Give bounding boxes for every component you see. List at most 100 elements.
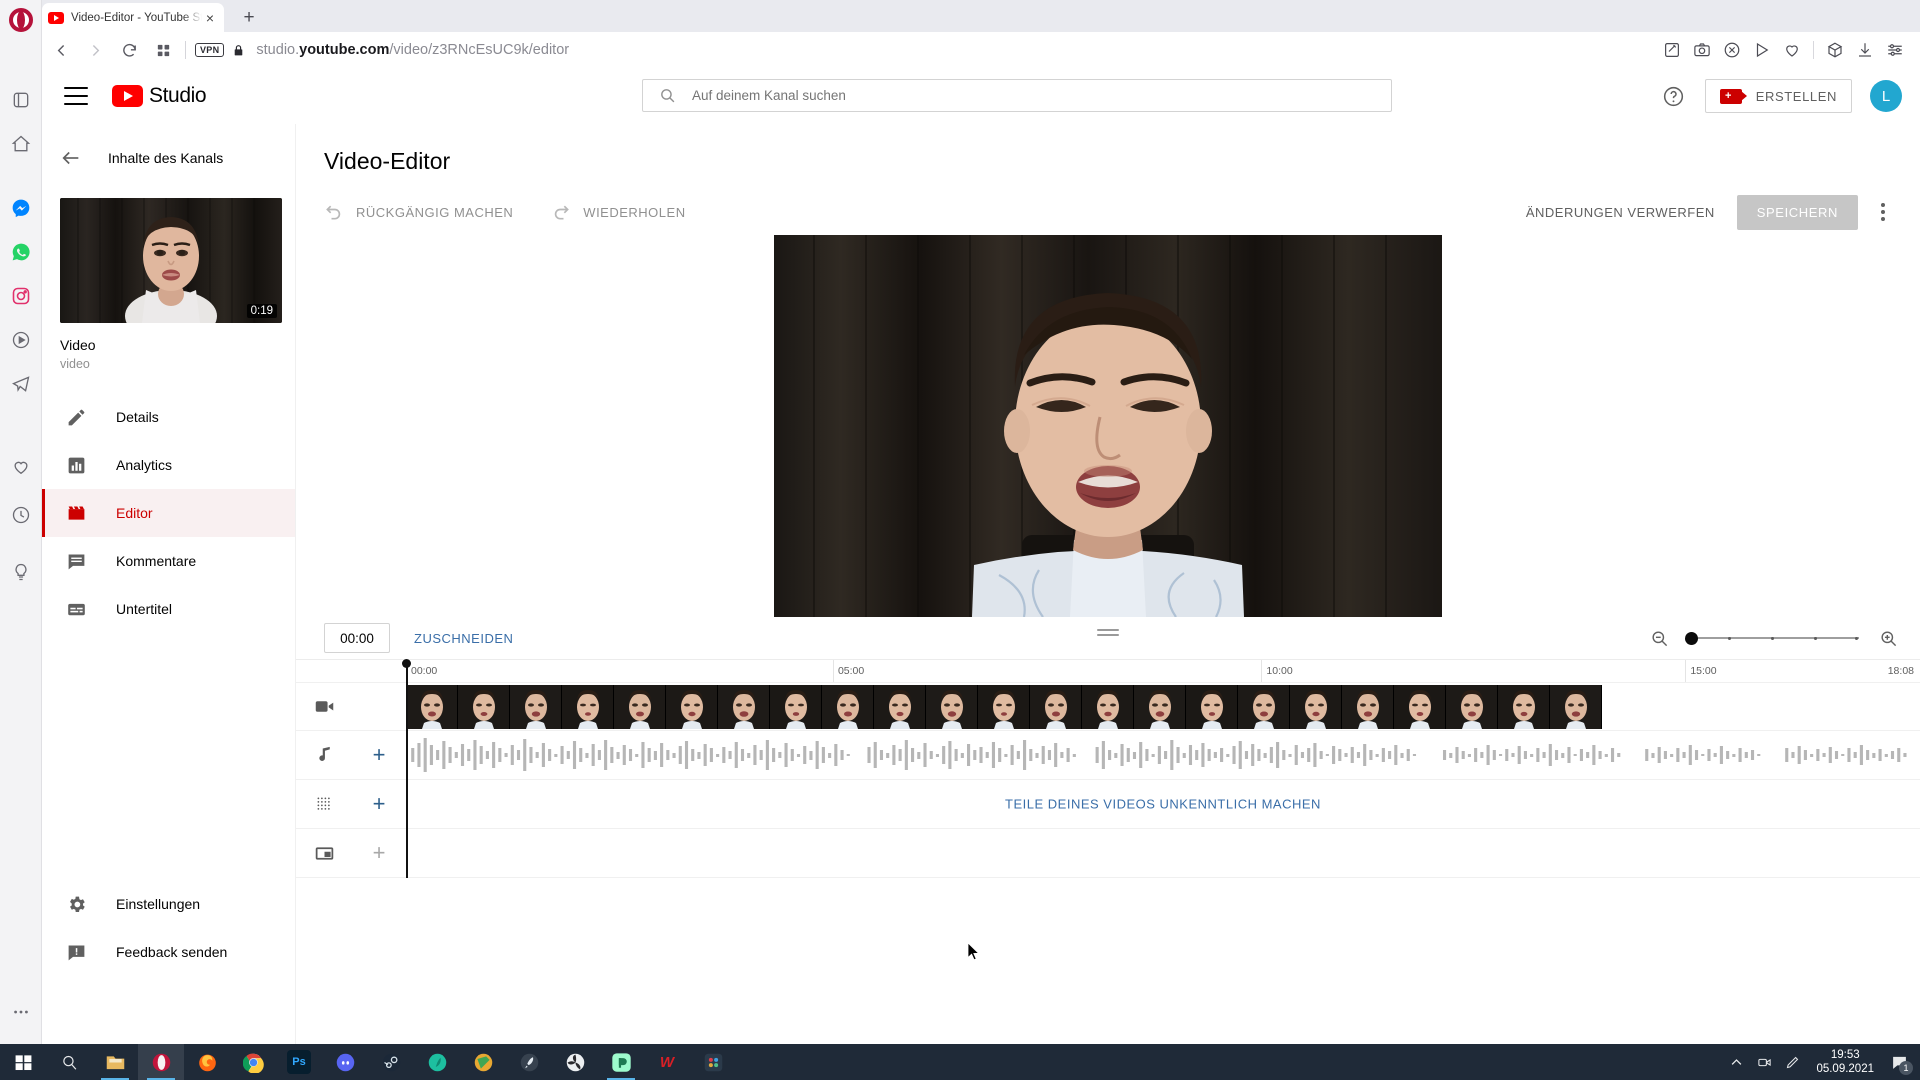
send-icon[interactable] [1747,35,1777,65]
messenger-icon[interactable] [9,196,33,220]
undo-label: RÜCKGÄNGIG MACHEN [356,204,514,220]
pen-tray-icon[interactable] [1778,1044,1806,1080]
lock-icon[interactable] [232,43,250,58]
add-blur-button[interactable]: + [352,793,406,815]
sidebar-item-analytics[interactable]: Analytics [42,441,295,489]
audio-track[interactable]: + [296,731,1920,780]
app-green-book[interactable] [460,1044,506,1080]
app-fan[interactable] [552,1044,598,1080]
search-input[interactable] [692,88,1391,103]
speed-dial-icon[interactable] [9,132,33,156]
workspaces-icon[interactable] [9,88,33,112]
discord[interactable] [322,1044,368,1080]
photoshop[interactable]: Ps [276,1044,322,1080]
music-icon[interactable] [9,328,33,352]
film-frame [562,685,614,729]
kebab-menu-icon[interactable] [1868,197,1898,227]
help-circle-icon[interactable] [1657,79,1691,113]
app-rocket[interactable] [506,1044,552,1080]
avatar[interactable]: L [1870,80,1902,112]
tab-overview-icon[interactable] [148,35,178,65]
video-clip[interactable] [406,683,1920,730]
sidebar-item-editor[interactable]: Editor [42,489,295,537]
url-bar[interactable]: studio.youtube.com/video/z3RNcEsUC9k/edi… [256,42,569,58]
add-audio-button[interactable]: + [352,744,406,766]
start-button[interactable] [0,1044,46,1080]
new-tab-button[interactable]: + [238,7,260,29]
history-icon[interactable] [9,503,33,527]
current-time-input[interactable]: 00:00 [324,623,390,653]
steam[interactable] [368,1044,414,1080]
film-frame [1290,685,1342,729]
trim-button[interactable]: ZUSCHNEIDEN [414,631,513,646]
crypto-wallet-icon[interactable] [1820,35,1850,65]
adblock-icon[interactable] [1717,35,1747,65]
blur-track-content[interactable]: TEILE DEINES VIDEOS UNKENNTLICH MACHEN [406,780,1920,828]
tips-icon[interactable] [9,560,33,584]
back-to-channel-content[interactable]: Inhalte des Kanals [42,136,295,180]
app-davinci[interactable] [690,1044,736,1080]
clock[interactable]: 19:53 05.09.2021 [1806,1048,1884,1076]
video-player[interactable] [774,235,1442,617]
favorites-icon[interactable] [9,455,33,479]
app-teal[interactable] [414,1044,460,1080]
zoom-slider[interactable] [1685,628,1863,648]
film-frame [1550,685,1602,729]
end-screen-track[interactable]: + [296,829,1920,878]
slider-knob[interactable] [1685,631,1698,645]
create-button[interactable]: + ERSTELLEN [1704,79,1852,113]
more-icon[interactable] [9,1000,33,1024]
opera-logo-icon[interactable] [9,8,33,32]
telegram-icon[interactable] [9,372,33,396]
snapshot-icon[interactable] [1687,35,1717,65]
firefox[interactable] [184,1044,230,1080]
heart-icon[interactable] [1777,35,1807,65]
show-hidden-icon[interactable] [1722,1044,1750,1080]
hamburger-menu-icon[interactable] [64,87,88,105]
blur-track[interactable]: + TEILE DEINES VIDEOS UNKENNTLICH MACHEN [296,780,1920,829]
audio-waveform[interactable] [406,731,1920,779]
search-button[interactable] [46,1044,92,1080]
app-wondershare[interactable]: W [644,1044,690,1080]
downloads-icon[interactable] [1850,35,1880,65]
end-screen-track-content[interactable] [406,829,1920,877]
camera-tray-icon[interactable] [1750,1044,1778,1080]
whatsapp-icon[interactable] [9,240,33,264]
studio-logo[interactable]: Studio [112,84,207,108]
mint-icon [609,1050,633,1074]
undo-button[interactable]: RÜCKGÄNGIG MACHEN [324,202,513,222]
film-frame [1186,685,1238,729]
sidebar-item-label: Untertitel [116,601,173,617]
timeline-resize-handle[interactable] [1097,629,1119,639]
blur-track-label[interactable]: TEILE DEINES VIDEOS UNKENNTLICH MACHEN [406,797,1920,812]
sidebar-item-comments[interactable]: Kommentare [42,537,295,585]
edit-page-icon[interactable] [1657,35,1687,65]
discard-changes-button[interactable]: ÄNDERUNGEN VERWERFEN [1512,195,1729,230]
reload-icon[interactable] [114,35,144,65]
vpn-badge[interactable]: VPN [195,43,225,57]
sidebar-item-subtitles[interactable]: Untertitel [42,585,295,633]
instagram-icon[interactable] [9,284,33,308]
playhead[interactable] [403,659,410,878]
app-mint[interactable] [598,1044,644,1080]
save-button[interactable]: SPEICHERN [1736,194,1858,230]
notification-center[interactable]: 1 [1884,1044,1914,1080]
easy-setup-icon[interactable] [1880,35,1910,65]
sidebar-item-details[interactable]: Details [42,393,295,441]
redo-button[interactable]: WIEDERHOLEN [551,202,685,222]
studio-logo-text: Studio [149,84,207,107]
video-thumbnail[interactable]: 0:19 [60,198,282,323]
davinci-icon [701,1050,725,1074]
browser-tab[interactable]: Video-Editor - YouTube Stu × [42,3,224,32]
opera[interactable] [138,1044,184,1080]
video-thumbnail-block[interactable]: 0:19 Video video [60,198,282,371]
sidebar-item-feedback[interactable]: Feedback senden [42,928,295,976]
chrome[interactable] [230,1044,276,1080]
file-explorer[interactable] [92,1044,138,1080]
sidebar-item-label: Feedback senden [116,944,228,960]
search-bar[interactable] [642,79,1392,112]
sidebar-item-settings[interactable]: Einstellungen [42,880,295,928]
close-icon[interactable]: × [202,10,218,26]
video-track[interactable]: + [296,682,1920,731]
back-arrow-icon[interactable] [46,35,76,65]
